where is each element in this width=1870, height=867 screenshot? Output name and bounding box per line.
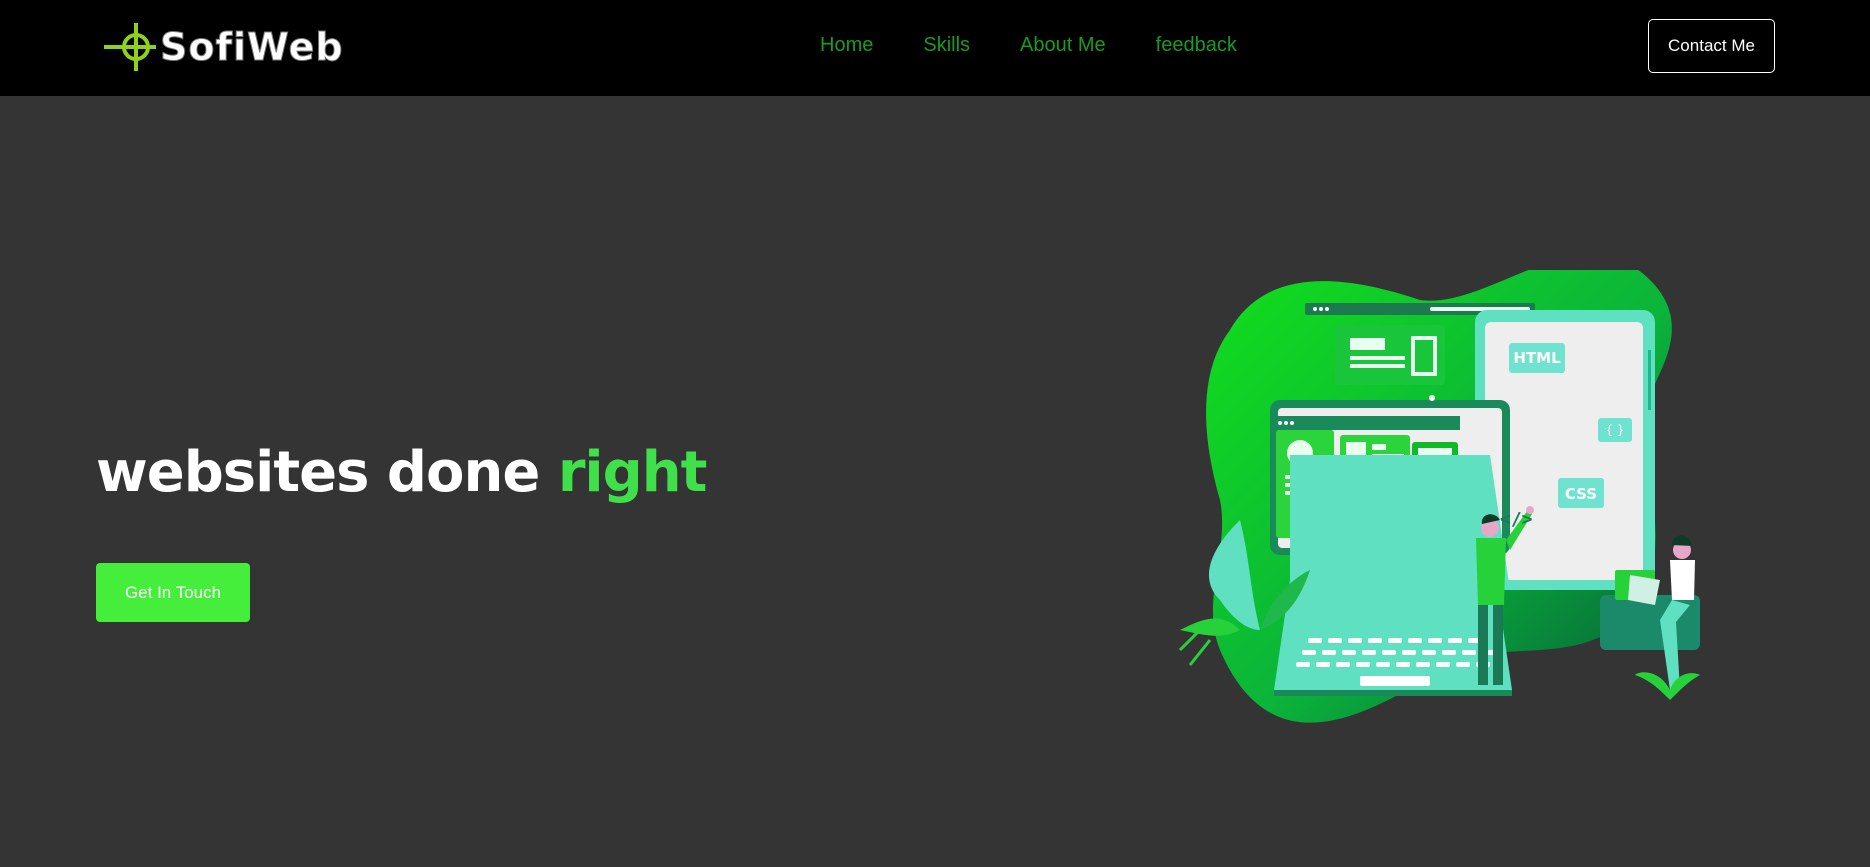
get-in-touch-button[interactable]: Get In Touch — [96, 563, 250, 622]
code-tag-icon: </> — [1500, 509, 1533, 530]
hero-title-accent: right — [557, 440, 708, 505]
hero-title: websites done right — [96, 440, 708, 505]
html-badge-label: HTML — [1513, 349, 1561, 367]
hero-title-main: websites done — [96, 440, 540, 505]
developer-illustration: HTML { } CSS </> — [1178, 270, 1700, 723]
css-badge-label: CSS — [1565, 485, 1597, 503]
main-nav: Home Skills About Me feedback — [820, 34, 1237, 57]
brand-name: SofiWeb — [160, 25, 344, 70]
contact-me-button[interactable]: Contact Me — [1648, 19, 1775, 73]
nav-feedback[interactable]: feedback — [1156, 34, 1237, 57]
nav-skills[interactable]: Skills — [923, 34, 970, 57]
small-plant-icon — [1635, 672, 1700, 700]
nav-home[interactable]: Home — [820, 34, 873, 57]
nav-about-me[interactable]: About Me — [1020, 34, 1106, 57]
braces-badge-label: { } — [1605, 423, 1624, 437]
crosshair-logo-icon — [104, 23, 156, 71]
top-navbar: SofiWeb Home Skills About Me feedback Co… — [0, 0, 1870, 96]
brand-logo[interactable]: SofiWeb — [100, 20, 344, 74]
